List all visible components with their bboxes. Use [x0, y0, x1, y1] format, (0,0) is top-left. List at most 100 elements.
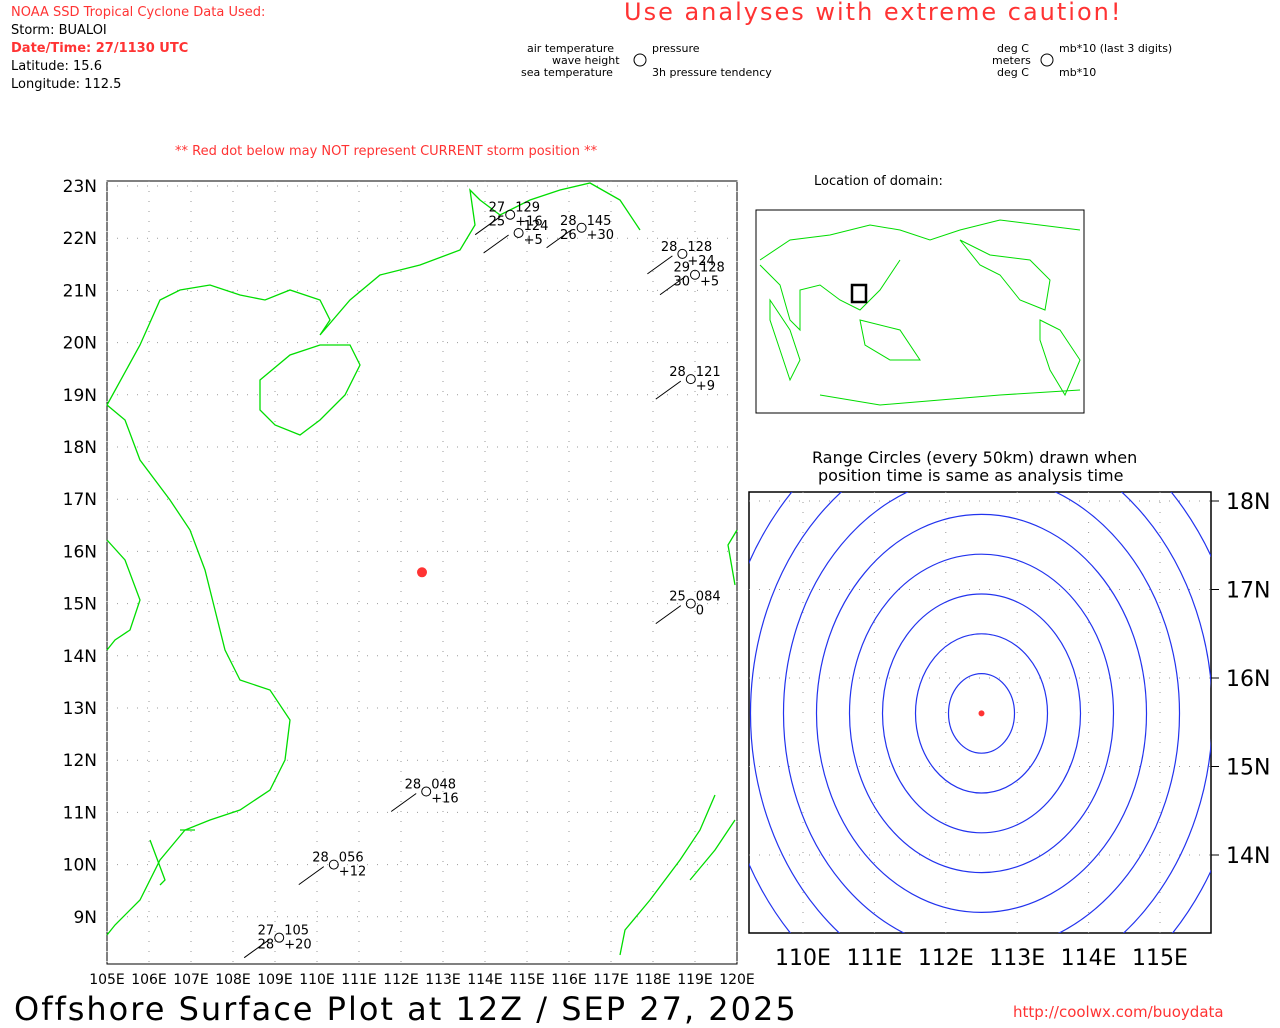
lon-tick-label: 116E — [551, 972, 587, 988]
lon-tick-label: 112E — [918, 946, 974, 971]
range-circle — [749, 492, 1211, 933]
pressure: 124 — [524, 219, 549, 234]
air-temperature: 29 — [673, 261, 690, 276]
lon-tick-label: 110E — [775, 946, 831, 971]
lat-tick-label: 17N — [63, 490, 97, 510]
domain-box — [850, 283, 868, 304]
lat-tick-label: 12N — [63, 751, 97, 771]
inset-world-map — [755, 209, 1085, 414]
lat-tick-label: 18N — [1226, 490, 1270, 515]
range-circle-plot: 110E 111E 112E 113E 114E 115E 18N 17N 16N 15N 14N — [685, 355, 1279, 1024]
lat-tick-label: 21N — [63, 281, 97, 301]
pressure: 121 — [696, 365, 721, 380]
pressure-tendency: +12 — [339, 865, 366, 880]
main-map: 27 12925 +16124+528 14526 +3028 128+2429 12830… — [63, 177, 755, 988]
legend-unit-circle — [1040, 53, 1054, 67]
air-temperature: 27 — [258, 924, 275, 939]
lon-tick-label: 114E — [467, 972, 503, 988]
wind-barb — [483, 234, 509, 254]
plot-canvas: 27 12925 +16124+528 14526 +3028 128+2429 12830… — [63, 53, 1279, 1024]
station-plot[interactable]: 27 105 28 +20 — [243, 924, 312, 959]
station-circle — [677, 248, 688, 259]
lon-tick-label: 105E — [89, 972, 125, 988]
lat-tick-label: 22N — [63, 229, 97, 249]
wind-barb — [655, 380, 682, 400]
lon-tick-label: 119E — [677, 972, 713, 988]
station-circle — [274, 932, 285, 943]
lat-tick-label: 17N — [1226, 579, 1270, 604]
air-temperature: 27 — [489, 201, 506, 216]
lat-tick-label: 16N — [1226, 667, 1270, 692]
range-storm-dot — [978, 710, 985, 717]
lat-tick-label: 14N — [1226, 844, 1270, 869]
lon-tick-label: 113E — [425, 972, 461, 988]
lon-tick-label: 120E — [719, 972, 755, 988]
wind-barb — [298, 866, 325, 886]
air-temperature: 28 — [405, 778, 422, 793]
pressure-tendency: +20 — [284, 938, 311, 953]
air-temperature: 25 — [669, 590, 686, 605]
sea-temperature: 26 — [560, 228, 577, 243]
lon-tick-label: 117E — [593, 972, 629, 988]
lat-tick-label: 11N — [63, 803, 97, 823]
lon-tick-label: 108E — [215, 972, 251, 988]
pressure-tendency: +30 — [587, 228, 614, 243]
lon-tick-label: 112E — [383, 972, 419, 988]
wind-barb — [390, 793, 417, 812]
lon-tick-label: 113E — [989, 946, 1045, 971]
lat-tick-label: 16N — [63, 542, 97, 562]
station-plot[interactable]: 28 048+16 — [390, 778, 459, 812]
station-plot[interactable]: 28 145 26 +30 — [546, 214, 614, 249]
legend-station-circle — [633, 53, 647, 67]
pressure-tendency: +16 — [431, 792, 458, 807]
sea-temperature: 28 — [258, 938, 275, 953]
wind-barb — [655, 605, 682, 625]
lon-tick-label: 111E — [846, 946, 902, 971]
lat-tick-label: 15N — [1226, 756, 1270, 781]
air-temperature: 28 — [312, 851, 329, 866]
air-temperature: 28 — [661, 240, 678, 255]
station-circle — [328, 859, 339, 870]
pressure: 145 — [587, 214, 612, 229]
lon-tick-label: 106E — [131, 972, 167, 988]
lon-tick-label: 111E — [341, 972, 377, 988]
station-circle — [685, 374, 696, 385]
pressure: 128 — [687, 240, 712, 255]
lat-tick-label: 14N — [63, 647, 97, 667]
pressure-tendency: +5 — [524, 233, 543, 248]
station-plot[interactable]: 28 056+12 — [298, 851, 366, 886]
range-circle — [685, 355, 1279, 1024]
station-circle — [513, 227, 524, 238]
pressure: 129 — [515, 201, 540, 216]
lat-tick-label: 20N — [63, 334, 97, 354]
pressure: 084 — [696, 590, 721, 605]
sea-temperature: 25 — [489, 215, 506, 230]
lat-tick-label: 18N — [63, 438, 97, 458]
station-plot[interactable]: 28 121+9 — [655, 365, 721, 400]
pressure: 048 — [431, 778, 456, 793]
pressure: 128 — [700, 261, 725, 276]
pressure-tendency: 0 — [696, 604, 704, 619]
lat-tick-label: 23N — [63, 177, 97, 197]
world-coastline — [759, 219, 1081, 406]
lat-tick-label: 13N — [63, 699, 97, 719]
station-plot[interactable]: 25 0840 — [655, 590, 721, 625]
lat-tick-label: 10N — [63, 856, 97, 876]
lat-tick-label: 19N — [63, 386, 97, 406]
air-temperature: 28 — [560, 214, 577, 229]
lon-tick-label: 114E — [1061, 946, 1117, 971]
lon-tick-label: 110E — [299, 972, 335, 988]
sea-temperature: 30 — [673, 275, 690, 290]
lat-tick-label: 15N — [63, 595, 97, 615]
lat-tick-label: 9N — [73, 908, 97, 928]
lon-tick-label: 118E — [635, 972, 671, 988]
lon-tick-label: 107E — [173, 972, 209, 988]
wind-barb — [647, 255, 673, 275]
storm-position-dot[interactable] — [417, 567, 427, 578]
lon-tick-label: 115E — [509, 972, 545, 988]
station-circle — [505, 209, 516, 220]
lon-tick-label: 109E — [257, 972, 293, 988]
pressure: 105 — [284, 924, 309, 939]
air-temperature: 28 — [669, 365, 686, 380]
pressure-tendency: +9 — [696, 379, 715, 394]
